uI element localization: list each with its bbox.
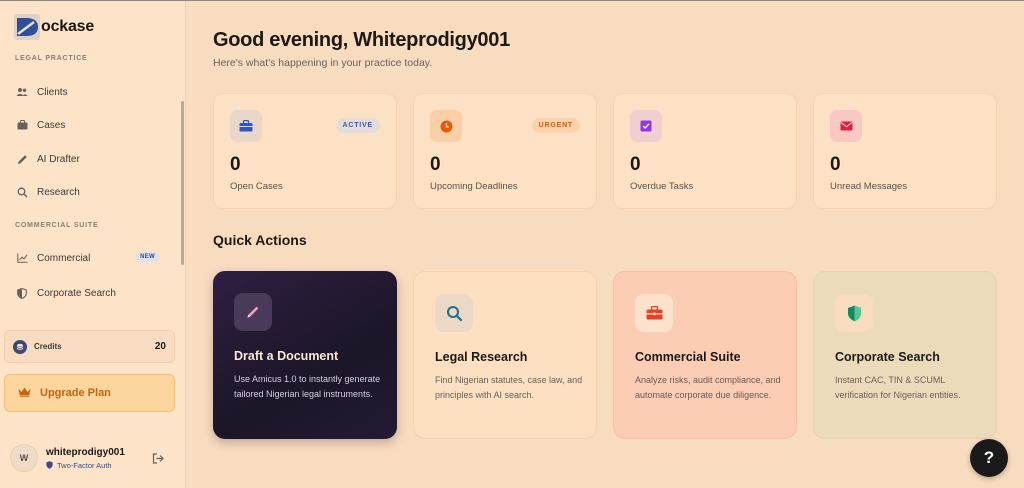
sidebar-item-label: AI Drafter (37, 153, 80, 165)
quick-action-title: Commercial Suite (635, 350, 741, 364)
logout-icon[interactable] (152, 451, 164, 469)
pen-icon (234, 293, 272, 331)
sidebar-item-research[interactable]: Research (8, 179, 168, 205)
quick-action-draft-document[interactable]: Draft a Document Use Amicus 1.0 to insta… (213, 271, 397, 439)
quick-action-description: Instant CAC, TIN & SCUML verification fo… (835, 375, 961, 400)
quick-action-description: Find Nigerian statutes, case law, and pr… (435, 375, 583, 400)
sidebar-item-label: Research (37, 186, 80, 198)
credits-value: 20 (154, 341, 166, 352)
credits-label: Credits (34, 342, 62, 351)
brand-logo[interactable]: ockase (14, 14, 94, 40)
stat-label: Unread Messages (830, 181, 908, 192)
section-commercial-suite: COMMERCIAL SUITE (15, 222, 99, 229)
crown-icon (18, 384, 31, 402)
mail-icon (830, 110, 862, 142)
quick-action-title: Legal Research (435, 350, 528, 364)
stat-card-upcoming-deadlines[interactable]: URGENT 0 Upcoming Deadlines (413, 93, 597, 209)
quick-action-legal-research[interactable]: Legal Research Find Nigerian statutes, c… (413, 271, 597, 439)
search-icon (16, 186, 28, 198)
credits-panel: Credits 20 (4, 330, 175, 363)
stat-value: 0 (230, 154, 241, 175)
users-icon (16, 86, 28, 98)
stat-card-unread-messages[interactable]: 0 Unread Messages (813, 93, 997, 209)
page-subtitle: Here's what's happening in your practice… (213, 57, 433, 69)
quick-action-title: Draft a Document (234, 349, 339, 363)
user-name: whiteprodigy001 (46, 446, 125, 458)
search-icon (435, 294, 473, 332)
status-badge: URGENT (531, 118, 580, 133)
status-badge: ACTIVE (335, 118, 380, 133)
sidebar-item-commercial[interactable]: Commercial NEW (8, 245, 168, 271)
stat-label: Open Cases (230, 181, 283, 192)
quick-action-corporate-search[interactable]: Corporate Search Instant CAC, TIN & SCUM… (813, 271, 997, 439)
sidebar-item-label: Corporate Search (37, 287, 116, 299)
briefcase-icon (16, 119, 28, 131)
sidebar-item-cases[interactable]: Cases (8, 112, 168, 138)
user-profile[interactable]: W whiteprodigy001 Two-Factor Auth (10, 442, 170, 474)
clock-icon (430, 110, 462, 142)
sidebar-item-label: Cases (37, 119, 66, 131)
coins-icon (13, 339, 27, 354)
quick-action-title: Corporate Search (835, 350, 940, 364)
pencil-icon (16, 153, 28, 165)
shield-icon (835, 294, 873, 332)
upgrade-plan-label: Upgrade Plan (40, 387, 111, 399)
stat-card-open-cases[interactable]: ACTIVE 0 Open Cases (213, 93, 397, 209)
shield-icon (16, 287, 28, 299)
quick-action-commercial-suite[interactable]: Commercial Suite Analyze risks, audit co… (613, 271, 797, 439)
two-factor-status: Two-Factor Auth (46, 461, 125, 470)
logo-icon (14, 14, 40, 40)
stat-label: Overdue Tasks (630, 181, 694, 192)
sidebar-scrollbar[interactable] (181, 101, 184, 265)
stat-card-overdue-tasks[interactable]: 0 Overdue Tasks (613, 93, 797, 209)
sidebar-item-label: Clients (37, 86, 68, 98)
upgrade-plan-button[interactable]: Upgrade Plan (4, 374, 175, 412)
briefcase-icon (635, 294, 673, 332)
check-square-icon (630, 110, 662, 142)
new-badge: NEW (135, 252, 160, 262)
sidebar-item-label: Commercial (37, 252, 91, 264)
shield-icon (46, 461, 53, 469)
stat-value: 0 (630, 154, 641, 175)
stat-value: 0 (830, 154, 841, 175)
brand-name: ockase (41, 18, 95, 35)
two-factor-label: Two-Factor Auth (57, 460, 112, 470)
sidebar-item-ai-drafter[interactable]: AI Drafter (8, 146, 168, 172)
sidebar-item-clients[interactable]: Clients (8, 79, 168, 105)
quick-action-description: Analyze risks, audit compliance, and aut… (635, 375, 781, 400)
help-button[interactable]: ? (970, 439, 1008, 477)
quick-actions-heading: Quick Actions (213, 232, 307, 248)
quick-action-description: Use Amicus 1.0 to instantly generate tai… (234, 374, 381, 399)
section-legal-practice: LEGAL PRACTICE (15, 55, 88, 62)
page-title: Good evening, Whiteprodigy001 (213, 29, 510, 51)
stat-value: 0 (430, 154, 441, 175)
avatar: W (10, 444, 38, 472)
sidebar: ockase LEGAL PRACTICE Clients Cases AI D… (0, 1, 186, 488)
stat-label: Upcoming Deadlines (430, 181, 518, 192)
briefcase-icon (230, 110, 262, 142)
sidebar-item-corporate-search[interactable]: Corporate Search (8, 280, 168, 306)
chart-icon (16, 252, 28, 264)
